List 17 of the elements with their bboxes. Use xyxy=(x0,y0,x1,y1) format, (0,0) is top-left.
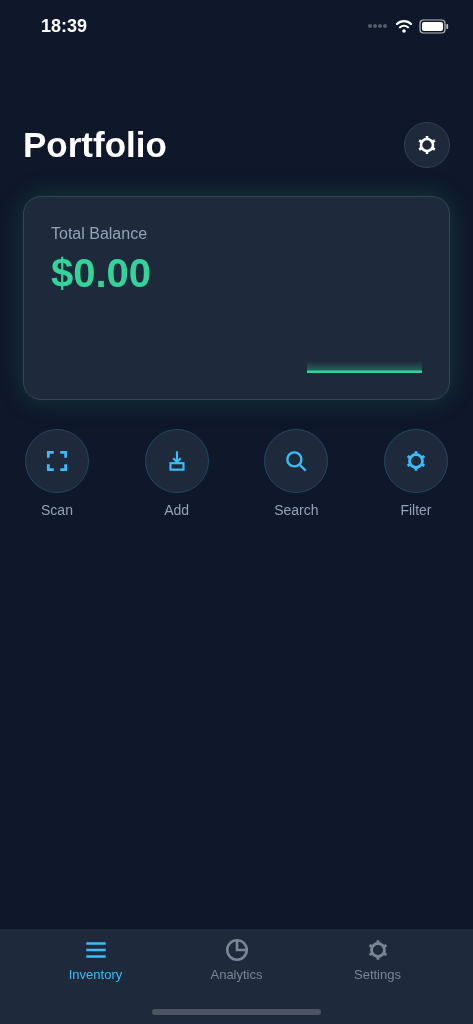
signal-icon xyxy=(367,23,389,29)
action-label: Add xyxy=(164,502,190,518)
tab-item[interactable]: Settings xyxy=(327,937,428,982)
settings-button[interactable] xyxy=(404,122,450,168)
tab-item[interactable]: Analytics xyxy=(186,937,287,982)
pie-chart-icon xyxy=(223,937,250,963)
action-label: Search xyxy=(274,502,319,518)
balance-label: Total Balance xyxy=(51,225,149,243)
page-title: Portfolio xyxy=(23,125,167,165)
wifi-icon xyxy=(395,19,413,33)
battery-icon xyxy=(419,18,449,34)
status-time: 18:39 xyxy=(41,15,88,37)
tab-item[interactable]: Inventory xyxy=(45,937,146,982)
action-label: Filter xyxy=(400,502,432,518)
action-label: Scan xyxy=(41,502,73,518)
scan-icon xyxy=(44,448,70,474)
balance-value: $0.00 xyxy=(51,251,153,296)
